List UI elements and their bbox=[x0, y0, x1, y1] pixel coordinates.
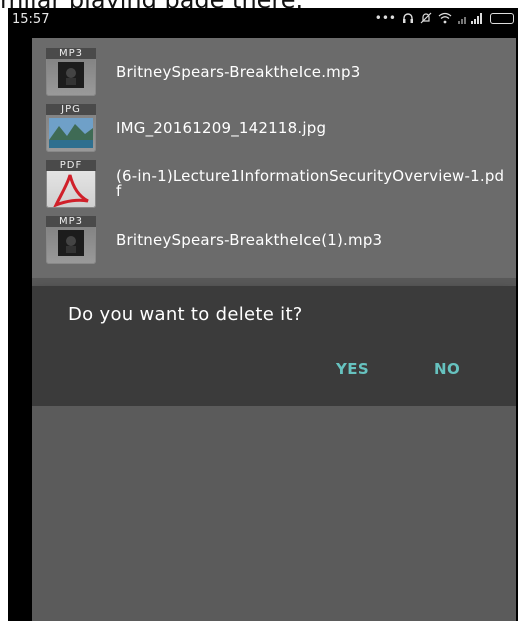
mp3-file-icon: MP3 bbox=[46, 48, 96, 96]
file-name: (6-in-1)Lecture1InformationSecurityOverv… bbox=[116, 167, 505, 200]
wifi-icon bbox=[438, 12, 452, 24]
headset-icon bbox=[403, 13, 413, 23]
no-button[interactable]: NO bbox=[434, 360, 460, 378]
list-item[interactable]: PDF (6-in-1)Lecture1InformationSecurityO… bbox=[32, 156, 516, 212]
file-name: BritneySpears-BreaktheIce.mp3 bbox=[116, 62, 361, 81]
file-ext-label: MP3 bbox=[46, 216, 96, 227]
mute-icon bbox=[420, 12, 432, 24]
phone-screen: 15:57 ••• MP3 BritneySpears-BreaktheIce.… bbox=[8, 8, 518, 621]
list-item[interactable]: MP3 BritneySpears-BreaktheIce.mp3 bbox=[32, 44, 516, 100]
file-name: IMG_20161209_142118.jpg bbox=[116, 118, 327, 137]
file-ext-label: JPG bbox=[46, 104, 96, 115]
music-thumb-icon bbox=[58, 230, 84, 256]
status-icons: ••• bbox=[375, 11, 514, 25]
music-thumb-icon bbox=[58, 62, 84, 88]
file-ext-label: MP3 bbox=[46, 48, 96, 59]
battery-icon bbox=[490, 12, 514, 24]
dimmed-background bbox=[32, 406, 516, 621]
jpg-file-icon: JPG bbox=[46, 104, 96, 152]
status-time: 15:57 bbox=[12, 12, 50, 27]
file-list: MP3 BritneySpears-BreaktheIce.mp3 JPG IM… bbox=[32, 38, 516, 278]
dialog-message: Do you want to delete it? bbox=[68, 304, 303, 325]
status-bar: 15:57 ••• bbox=[8, 8, 518, 32]
yes-button[interactable]: YES bbox=[336, 360, 369, 378]
pdf-logo-icon bbox=[53, 174, 89, 207]
delete-confirm-dialog: Do you want to delete it? YES NO bbox=[32, 286, 516, 406]
landscape-photo-thumb bbox=[49, 118, 93, 148]
more-dots-icon: ••• bbox=[374, 11, 396, 25]
signal-icon bbox=[458, 13, 482, 24]
file-name: BritneySpears-BreaktheIce(1).mp3 bbox=[116, 230, 383, 249]
mp3-file-icon: MP3 bbox=[46, 216, 96, 264]
list-item[interactable]: MP3 BritneySpears-BreaktheIce(1).mp3 bbox=[32, 212, 516, 268]
file-ext-label: PDF bbox=[46, 160, 96, 171]
list-item[interactable]: JPG IMG_20161209_142118.jpg bbox=[32, 100, 516, 156]
file-browser-screen: MP3 BritneySpears-BreaktheIce.mp3 JPG IM… bbox=[32, 38, 516, 621]
pdf-file-icon: PDF bbox=[46, 160, 96, 208]
